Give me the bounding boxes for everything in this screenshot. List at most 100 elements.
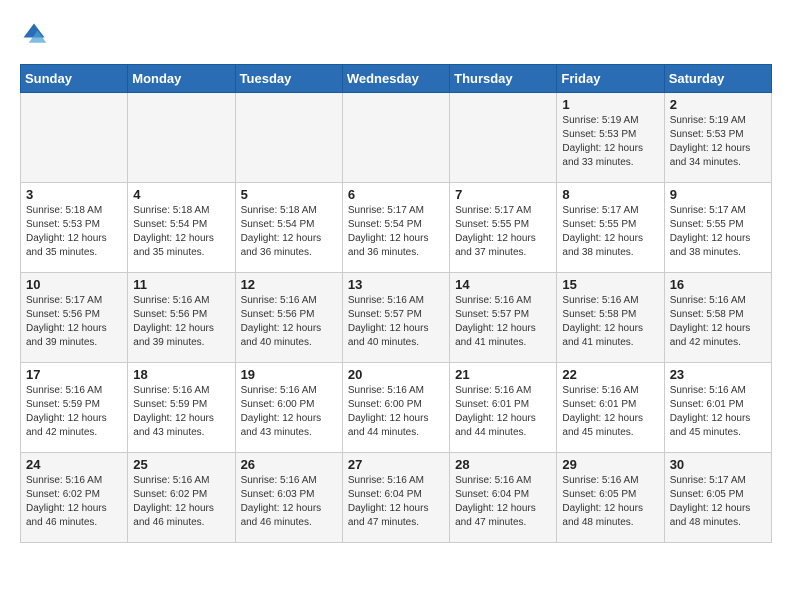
calendar-cell: 18 Sunrise: 5:16 AM Sunset: 5:59 PM Dayli…	[128, 363, 235, 453]
calendar-cell: 14 Sunrise: 5:16 AM Sunset: 5:57 PM Dayli…	[450, 273, 557, 363]
day-number: 11	[133, 277, 229, 292]
day-number: 8	[562, 187, 658, 202]
calendar-cell: 22 Sunrise: 5:16 AM Sunset: 6:01 PM Dayli…	[557, 363, 664, 453]
day-info: Sunrise: 5:16 AM Sunset: 5:58 PM Dayligh…	[670, 294, 766, 350]
day-info: Sunrise: 5:17 AM Sunset: 6:05 PM Dayligh…	[670, 474, 766, 530]
calendar-cell: 11 Sunrise: 5:16 AM Sunset: 5:56 PM Dayli…	[128, 273, 235, 363]
weekday-thursday: Thursday	[450, 65, 557, 93]
day-number: 20	[348, 367, 444, 382]
calendar-week-row: 10 Sunrise: 5:17 AM Sunset: 5:56 PM Dayli…	[21, 273, 772, 363]
calendar-cell: 6 Sunrise: 5:17 AM Sunset: 5:54 PM Daylig…	[342, 183, 449, 273]
day-info: Sunrise: 5:17 AM Sunset: 5:54 PM Dayligh…	[348, 204, 444, 260]
day-info: Sunrise: 5:16 AM Sunset: 5:56 PM Dayligh…	[241, 294, 337, 350]
day-info: Sunrise: 5:16 AM Sunset: 6:01 PM Dayligh…	[670, 384, 766, 440]
calendar-cell: 30 Sunrise: 5:17 AM Sunset: 6:05 PM Dayli…	[664, 453, 771, 543]
day-number: 13	[348, 277, 444, 292]
day-number: 1	[562, 97, 658, 112]
day-number: 21	[455, 367, 551, 382]
day-number: 15	[562, 277, 658, 292]
day-number: 18	[133, 367, 229, 382]
day-number: 10	[26, 277, 122, 292]
day-number: 17	[26, 367, 122, 382]
calendar-cell	[235, 93, 342, 183]
calendar-cell	[21, 93, 128, 183]
calendar-week-row: 1 Sunrise: 5:19 AM Sunset: 5:53 PM Daylig…	[21, 93, 772, 183]
calendar-cell: 19 Sunrise: 5:16 AM Sunset: 6:00 PM Dayli…	[235, 363, 342, 453]
calendar-cell: 9 Sunrise: 5:17 AM Sunset: 5:55 PM Daylig…	[664, 183, 771, 273]
day-info: Sunrise: 5:16 AM Sunset: 5:59 PM Dayligh…	[26, 384, 122, 440]
calendar-cell: 17 Sunrise: 5:16 AM Sunset: 5:59 PM Dayli…	[21, 363, 128, 453]
day-number: 19	[241, 367, 337, 382]
day-info: Sunrise: 5:16 AM Sunset: 5:57 PM Dayligh…	[348, 294, 444, 350]
day-info: Sunrise: 5:16 AM Sunset: 6:05 PM Dayligh…	[562, 474, 658, 530]
calendar-cell: 27 Sunrise: 5:16 AM Sunset: 6:04 PM Dayli…	[342, 453, 449, 543]
day-info: Sunrise: 5:16 AM Sunset: 5:59 PM Dayligh…	[133, 384, 229, 440]
day-number: 5	[241, 187, 337, 202]
calendar-cell: 10 Sunrise: 5:17 AM Sunset: 5:56 PM Dayli…	[21, 273, 128, 363]
day-number: 9	[670, 187, 766, 202]
weekday-tuesday: Tuesday	[235, 65, 342, 93]
day-number: 16	[670, 277, 766, 292]
day-info: Sunrise: 5:18 AM Sunset: 5:54 PM Dayligh…	[241, 204, 337, 260]
day-info: Sunrise: 5:16 AM Sunset: 6:00 PM Dayligh…	[241, 384, 337, 440]
day-info: Sunrise: 5:16 AM Sunset: 5:56 PM Dayligh…	[133, 294, 229, 350]
day-info: Sunrise: 5:16 AM Sunset: 6:00 PM Dayligh…	[348, 384, 444, 440]
calendar-week-row: 24Sunrise: 5:16 AM Sunset: 6:02 PM Dayli…	[21, 453, 772, 543]
day-info: Sunrise: 5:16 AM Sunset: 5:57 PM Dayligh…	[455, 294, 551, 350]
calendar-cell: 26 Sunrise: 5:16 AM Sunset: 6:03 PM Dayli…	[235, 453, 342, 543]
day-number: 7	[455, 187, 551, 202]
calendar-cell	[128, 93, 235, 183]
calendar-cell: 1 Sunrise: 5:19 AM Sunset: 5:53 PM Daylig…	[557, 93, 664, 183]
day-info: Sunrise: 5:16 AM Sunset: 6:03 PM Dayligh…	[241, 474, 337, 530]
weekday-friday: Friday	[557, 65, 664, 93]
calendar-table: SundayMondayTuesdayWednesdayThursdayFrid…	[20, 64, 772, 543]
day-info: Sunrise: 5:17 AM Sunset: 5:55 PM Dayligh…	[455, 204, 551, 260]
weekday-header-row: SundayMondayTuesdayWednesdayThursdayFrid…	[21, 65, 772, 93]
day-info: Sunrise: 5:19 AM Sunset: 5:53 PM Dayligh…	[562, 114, 658, 170]
calendar-cell: 5 Sunrise: 5:18 AM Sunset: 5:54 PM Daylig…	[235, 183, 342, 273]
calendar-cell: 4 Sunrise: 5:18 AM Sunset: 5:54 PM Daylig…	[128, 183, 235, 273]
calendar-cell: 3 Sunrise: 5:18 AM Sunset: 5:53 PM Daylig…	[21, 183, 128, 273]
day-info: Sunrise: 5:16 AM Sunset: 5:58 PM Dayligh…	[562, 294, 658, 350]
day-info: Sunrise: 5:16 AM Sunset: 6:01 PM Dayligh…	[562, 384, 658, 440]
day-number: 23	[670, 367, 766, 382]
day-info: Sunrise: 5:16 AM Sunset: 6:04 PM Dayligh…	[348, 474, 444, 530]
day-info: Sunrise: 5:17 AM Sunset: 5:55 PM Dayligh…	[562, 204, 658, 260]
calendar-cell	[450, 93, 557, 183]
day-number: 14	[455, 277, 551, 292]
day-info: Sunrise: 5:16 AM Sunset: 6:02 PM Dayligh…	[133, 474, 229, 530]
day-number: 27	[348, 457, 444, 472]
day-number: 30	[670, 457, 766, 472]
day-info: Sunrise: 5:19 AM Sunset: 5:53 PM Dayligh…	[670, 114, 766, 170]
day-info: Sunrise: 5:18 AM Sunset: 5:53 PM Dayligh…	[26, 204, 122, 260]
calendar-week-row: 3 Sunrise: 5:18 AM Sunset: 5:53 PM Daylig…	[21, 183, 772, 273]
calendar-cell: 25Sunrise: 5:16 AM Sunset: 6:02 PM Dayli…	[128, 453, 235, 543]
day-info: Sunrise: 5:16 AM Sunset: 6:01 PM Dayligh…	[455, 384, 551, 440]
weekday-monday: Monday	[128, 65, 235, 93]
day-number: 2	[670, 97, 766, 112]
header	[20, 20, 772, 48]
day-info: Sunrise: 5:17 AM Sunset: 5:56 PM Dayligh…	[26, 294, 122, 350]
calendar-cell: 28Sunrise: 5:16 AM Sunset: 6:04 PM Dayli…	[450, 453, 557, 543]
day-info: Sunrise: 5:16 AM Sunset: 6:04 PM Dayligh…	[455, 474, 551, 530]
day-number: 22	[562, 367, 658, 382]
day-number: 26	[241, 457, 337, 472]
day-number: 12	[241, 277, 337, 292]
day-info: Sunrise: 5:18 AM Sunset: 5:54 PM Dayligh…	[133, 204, 229, 260]
calendar-cell: 12 Sunrise: 5:16 AM Sunset: 5:56 PM Dayli…	[235, 273, 342, 363]
calendar-cell: 13 Sunrise: 5:16 AM Sunset: 5:57 PM Dayli…	[342, 273, 449, 363]
calendar-cell: 2 Sunrise: 5:19 AM Sunset: 5:53 PM Daylig…	[664, 93, 771, 183]
calendar-cell: 15 Sunrise: 5:16 AM Sunset: 5:58 PM Dayli…	[557, 273, 664, 363]
calendar-week-row: 17 Sunrise: 5:16 AM Sunset: 5:59 PM Dayli…	[21, 363, 772, 453]
day-number: 6	[348, 187, 444, 202]
day-number: 4	[133, 187, 229, 202]
logo-icon	[20, 20, 48, 48]
weekday-saturday: Saturday	[664, 65, 771, 93]
calendar-cell: 29Sunrise: 5:16 AM Sunset: 6:05 PM Dayli…	[557, 453, 664, 543]
calendar-body: 1 Sunrise: 5:19 AM Sunset: 5:53 PM Daylig…	[21, 93, 772, 543]
day-number: 3	[26, 187, 122, 202]
calendar-cell: 8 Sunrise: 5:17 AM Sunset: 5:55 PM Daylig…	[557, 183, 664, 273]
day-info: Sunrise: 5:17 AM Sunset: 5:55 PM Dayligh…	[670, 204, 766, 260]
calendar-cell: 7 Sunrise: 5:17 AM Sunset: 5:55 PM Daylig…	[450, 183, 557, 273]
calendar-cell: 23 Sunrise: 5:16 AM Sunset: 6:01 PM Dayli…	[664, 363, 771, 453]
